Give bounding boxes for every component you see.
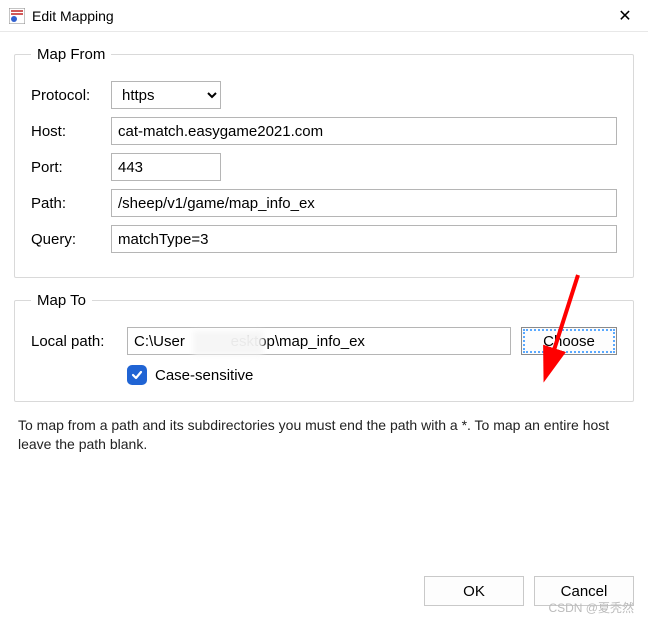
group-map-to-legend: Map To [31,292,92,309]
titlebar: Edit Mapping ✕ [0,0,648,32]
ok-button[interactable]: OK [424,576,524,606]
local-path-label: Local path: [31,333,127,350]
case-sensitive-checkbox[interactable] [127,365,147,385]
protocol-select[interactable]: https [111,81,221,109]
case-sensitive-label: Case-sensitive [155,367,253,384]
window-title: Edit Mapping [32,8,610,24]
path-input[interactable] [111,189,617,217]
group-map-from-legend: Map From [31,46,111,63]
choose-button[interactable]: Choose [521,327,617,355]
query-input[interactable] [111,225,617,253]
app-icon [8,7,26,25]
local-path-input[interactable] [127,327,511,355]
close-icon[interactable]: ✕ [610,6,640,26]
path-label: Path: [31,195,111,212]
hint-text: To map from a path and its subdirectorie… [14,416,634,464]
host-input[interactable] [111,117,617,145]
group-map-to: Map To Local path: Choose Case-sensitive [14,292,634,402]
query-label: Query: [31,231,111,248]
dialog-buttons: OK Cancel [424,576,634,606]
port-input[interactable] [111,153,221,181]
dialog-content: Map From Protocol: https Host: Port: Pat… [0,32,648,464]
group-map-from: Map From Protocol: https Host: Port: Pat… [14,46,634,278]
port-label: Port: [31,159,111,176]
protocol-label: Protocol: [31,87,111,104]
host-label: Host: [31,123,111,140]
cancel-button[interactable]: Cancel [534,576,634,606]
